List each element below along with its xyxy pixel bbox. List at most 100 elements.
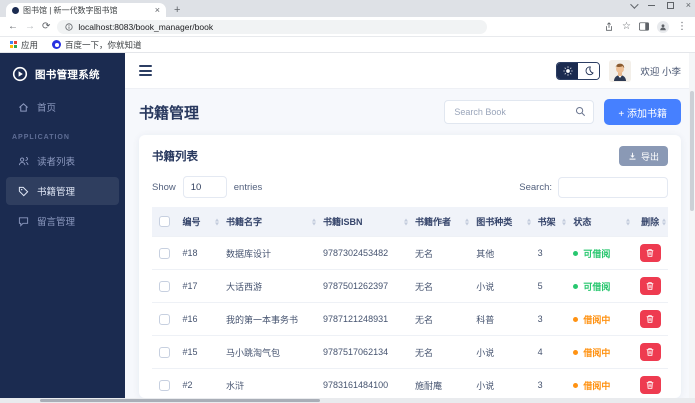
cell-book-author: 施耐庵 bbox=[409, 368, 472, 398]
status-label: 可借阅 bbox=[583, 248, 611, 259]
reload-icon[interactable]: ⟳ bbox=[42, 21, 50, 32]
user-avatar[interactable] bbox=[609, 59, 632, 82]
select-all-checkbox[interactable] bbox=[159, 216, 171, 228]
horizontal-scrollbar[interactable] bbox=[0, 398, 695, 403]
sidebar-item-label: 留言管理 bbox=[37, 217, 76, 228]
bookmark-baidu[interactable]: 百度一下，你就知道 bbox=[52, 39, 142, 51]
column-header[interactable]: 状态 bbox=[568, 207, 633, 237]
browser-tab[interactable]: 图书馆 | 新一代数字图书馆 × bbox=[6, 3, 166, 17]
delete-button[interactable] bbox=[639, 376, 661, 394]
cell-book-isbn: 9787302453482 bbox=[318, 236, 410, 270]
sidebar-item-books[interactable]: 书籍管理 bbox=[6, 177, 119, 205]
column-header[interactable]: 书籍ISBN bbox=[318, 207, 410, 237]
menu-toggle-icon[interactable] bbox=[139, 65, 152, 76]
sort-icon[interactable] bbox=[626, 218, 631, 225]
bookmarks-bar: 应用 百度一下，你就知道 bbox=[0, 37, 695, 53]
sort-icon[interactable] bbox=[214, 218, 219, 225]
sidebar-item-label: 读者列表 bbox=[37, 157, 76, 168]
forward-icon[interactable]: → bbox=[25, 21, 35, 32]
sidebar-item-readers[interactable]: 读者列表 bbox=[6, 147, 119, 175]
cell-book-shelf: 3 bbox=[532, 302, 569, 336]
vertical-scrollbar-thumb[interactable] bbox=[690, 91, 694, 211]
delete-button[interactable] bbox=[639, 343, 661, 361]
browser-menu-icon[interactable]: ⋮ bbox=[677, 21, 687, 32]
window-minimize-button[interactable] bbox=[647, 5, 655, 6]
sort-icon[interactable] bbox=[465, 218, 470, 225]
window-close-button[interactable]: × bbox=[686, 1, 691, 10]
row-checkbox[interactable] bbox=[159, 247, 171, 259]
bookmark-star-icon[interactable]: ☆ bbox=[622, 21, 631, 32]
row-checkbox[interactable] bbox=[159, 346, 171, 358]
profile-avatar-icon[interactable] bbox=[657, 20, 669, 33]
row-checkbox[interactable] bbox=[159, 280, 171, 292]
search-book-input[interactable] bbox=[444, 100, 595, 124]
cell-book-id: #18 bbox=[177, 236, 221, 270]
table-body: #18 数据库设计 9787302453482 无名 其他 3 可借阅 #17 … bbox=[152, 236, 668, 398]
sidebar-item-label: 书籍管理 bbox=[37, 187, 76, 198]
delete-button[interactable] bbox=[639, 244, 661, 262]
share-icon[interactable] bbox=[604, 21, 614, 32]
column-header[interactable]: 图书种类 bbox=[471, 207, 533, 237]
page-title: 书籍管理 bbox=[139, 104, 200, 122]
status-badge: 借阅中 bbox=[573, 379, 610, 392]
sort-icon[interactable] bbox=[312, 218, 317, 225]
book-list-card: 书籍列表 导出 Show 10 entries Search: 编号 书籍名字 … bbox=[139, 135, 681, 398]
sidebar-item-messages[interactable]: 留言管理 bbox=[6, 207, 119, 235]
cell-book-id: #17 bbox=[177, 269, 221, 303]
window-maximize-button[interactable] bbox=[666, 2, 674, 9]
apps-grid-icon bbox=[10, 41, 17, 48]
sort-icon[interactable] bbox=[403, 218, 408, 225]
cell-delete bbox=[632, 302, 668, 336]
table-row: #17 大话西游 9787501262397 无名 小说 5 可借阅 bbox=[152, 269, 668, 303]
address-bar[interactable]: localhost:8083/book_manager/book bbox=[57, 19, 488, 34]
row-checkbox[interactable] bbox=[159, 379, 171, 391]
tab-search-chevron-icon[interactable] bbox=[629, 0, 639, 9]
back-icon[interactable]: ← bbox=[8, 21, 18, 32]
side-panel-icon[interactable] bbox=[639, 22, 649, 31]
export-label: 导出 bbox=[640, 151, 659, 162]
horizontal-scrollbar-thumb[interactable] bbox=[40, 399, 320, 402]
row-checkbox[interactable] bbox=[159, 313, 171, 325]
table-row: #16 我的第一本事务书 9787121248931 无名 科普 3 借阅中 bbox=[152, 302, 668, 336]
search-icon[interactable] bbox=[575, 106, 586, 117]
trash-icon bbox=[646, 315, 654, 323]
sidebar-item-home[interactable]: 首页 bbox=[6, 93, 119, 121]
column-header[interactable]: 删除 bbox=[632, 207, 668, 237]
brand-logo-icon bbox=[12, 66, 28, 82]
brand-title: 图书管理系统 bbox=[35, 68, 100, 81]
sort-icon[interactable] bbox=[526, 218, 531, 225]
vertical-scrollbar[interactable] bbox=[689, 53, 695, 398]
table-row: #2 水浒 9783161484100 施耐庵 小说 3 借阅中 bbox=[152, 368, 668, 398]
new-tab-button[interactable]: + bbox=[174, 3, 180, 17]
welcome-text: 欢迎 小李 bbox=[640, 66, 681, 78]
bookmark-apps[interactable]: 应用 bbox=[10, 39, 38, 51]
status-dot-icon bbox=[573, 316, 579, 322]
dark-mode-button[interactable] bbox=[578, 62, 600, 79]
cell-book-name: 我的第一本事务书 bbox=[220, 302, 319, 336]
column-header[interactable]: 书籍作者 bbox=[409, 207, 472, 237]
export-button[interactable]: 导出 bbox=[618, 146, 668, 166]
column-header[interactable]: 书籍名字 bbox=[220, 207, 319, 237]
sun-icon bbox=[563, 65, 573, 76]
cell-delete bbox=[632, 335, 668, 369]
delete-button[interactable] bbox=[639, 277, 661, 295]
light-mode-button[interactable] bbox=[557, 62, 579, 79]
sort-icon[interactable] bbox=[562, 218, 567, 225]
status-label: 借阅中 bbox=[583, 347, 611, 358]
cell-book-shelf: 3 bbox=[532, 236, 569, 270]
add-book-button[interactable]: + 添加书籍 bbox=[604, 99, 681, 125]
show-label: Show bbox=[152, 181, 176, 193]
column-header[interactable]: 编号 bbox=[177, 207, 221, 237]
cell-book-author: 无名 bbox=[409, 236, 472, 270]
brand: 图书管理系统 bbox=[0, 53, 125, 92]
site-info-icon[interactable] bbox=[65, 22, 73, 31]
cell-book-category: 科普 bbox=[471, 302, 533, 336]
tab-close-icon[interactable]: × bbox=[155, 5, 160, 15]
column-header[interactable]: 书架 bbox=[532, 207, 569, 237]
tab-title: 图书馆 | 新一代数字图书馆 bbox=[23, 5, 118, 15]
page-size-select[interactable]: 10 bbox=[182, 176, 227, 198]
sort-icon[interactable] bbox=[662, 218, 666, 225]
delete-button[interactable] bbox=[639, 310, 661, 328]
table-search-input[interactable] bbox=[558, 176, 668, 198]
cell-book-status: 借阅中 bbox=[568, 302, 633, 336]
